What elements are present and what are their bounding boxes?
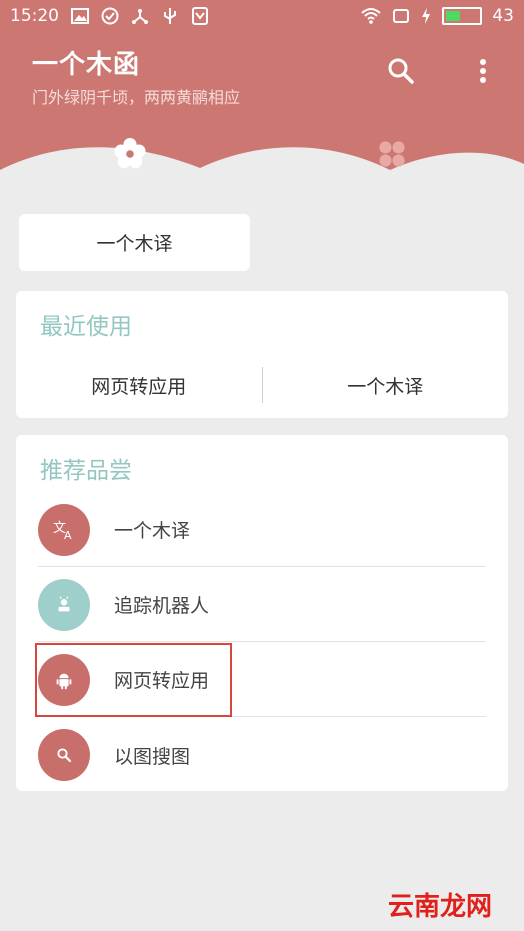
recommend-item-web2app[interactable]: 网页转应用 [38, 643, 486, 717]
battery-level: 43 [492, 6, 514, 26]
recommend-title: 推荐品尝 [40, 458, 132, 484]
translate-icon: 文 A [38, 503, 90, 556]
recent-item[interactable]: 网页转应用 [16, 372, 262, 399]
recent-title: 最近使用 [40, 314, 132, 340]
check-circle-icon [101, 7, 119, 25]
recommend-item-image-search[interactable]: 以图搜图 [38, 718, 486, 792]
search-button[interactable] [386, 56, 416, 86]
svg-text:A: A [64, 529, 72, 542]
charging-icon [422, 8, 431, 24]
tab-apps[interactable] [372, 136, 412, 172]
recommend-item-label: 以图搜图 [114, 745, 191, 768]
search-icon [388, 58, 414, 84]
wifi-icon [361, 8, 382, 24]
app-subtitle: 门外绿阴千顷，两两黄鹂相应 [32, 88, 241, 107]
app-title: 一个木函 [32, 50, 141, 80]
battery-fill [446, 11, 461, 21]
status-bar: 15:20 43 [0, 0, 524, 32]
more-options-button[interactable] [473, 56, 493, 86]
recent-card: 最近使用 网页转应用 一个木译 [16, 291, 508, 418]
recommend-card: 推荐品尝 文 A 一个木译 追踪机器人 网页转应用 以图搜图 [16, 435, 508, 791]
usb-icon [164, 8, 176, 24]
recent-list: 网页转应用 一个木译 [16, 367, 508, 403]
robot-icon [38, 578, 90, 631]
image-icon [71, 8, 89, 24]
share-icon [132, 9, 148, 24]
shield-icon [192, 7, 208, 25]
pinned-tool-label: 一个木译 [96, 233, 173, 255]
pinned-tool-chip[interactable]: 一个木译 [19, 214, 250, 271]
recommend-item-label: 一个木译 [114, 520, 191, 542]
battery-icon [442, 7, 483, 25]
watermark: 云南龙网 [388, 892, 493, 922]
flower-icon [114, 137, 146, 169]
recent-item[interactable]: 一个木译 [263, 372, 509, 399]
more-vert-icon [480, 59, 486, 83]
recommend-item-label: 追踪机器人 [114, 595, 210, 617]
status-time: 15:20 [10, 6, 59, 26]
app-root: 15:20 43 一个木函 门外绿阴千顷，两两黄鹂相应 一个木译 最近使用 网页… [0, 0, 524, 931]
header: 15:20 43 一个木函 门外绿阴千顷，两两黄鹂相应 [0, 0, 524, 200]
recommend-item-robot[interactable]: 追踪机器人 [38, 568, 486, 642]
screen-icon [393, 9, 410, 23]
search-icon [38, 729, 90, 781]
recommend-item-translate[interactable]: 文 A 一个木译 [38, 493, 486, 567]
header-wave [0, 147, 524, 200]
android-icon [38, 653, 90, 706]
recommend-item-label: 网页转应用 [114, 670, 210, 692]
tab-home[interactable] [110, 136, 150, 172]
grid-icon [379, 141, 405, 167]
